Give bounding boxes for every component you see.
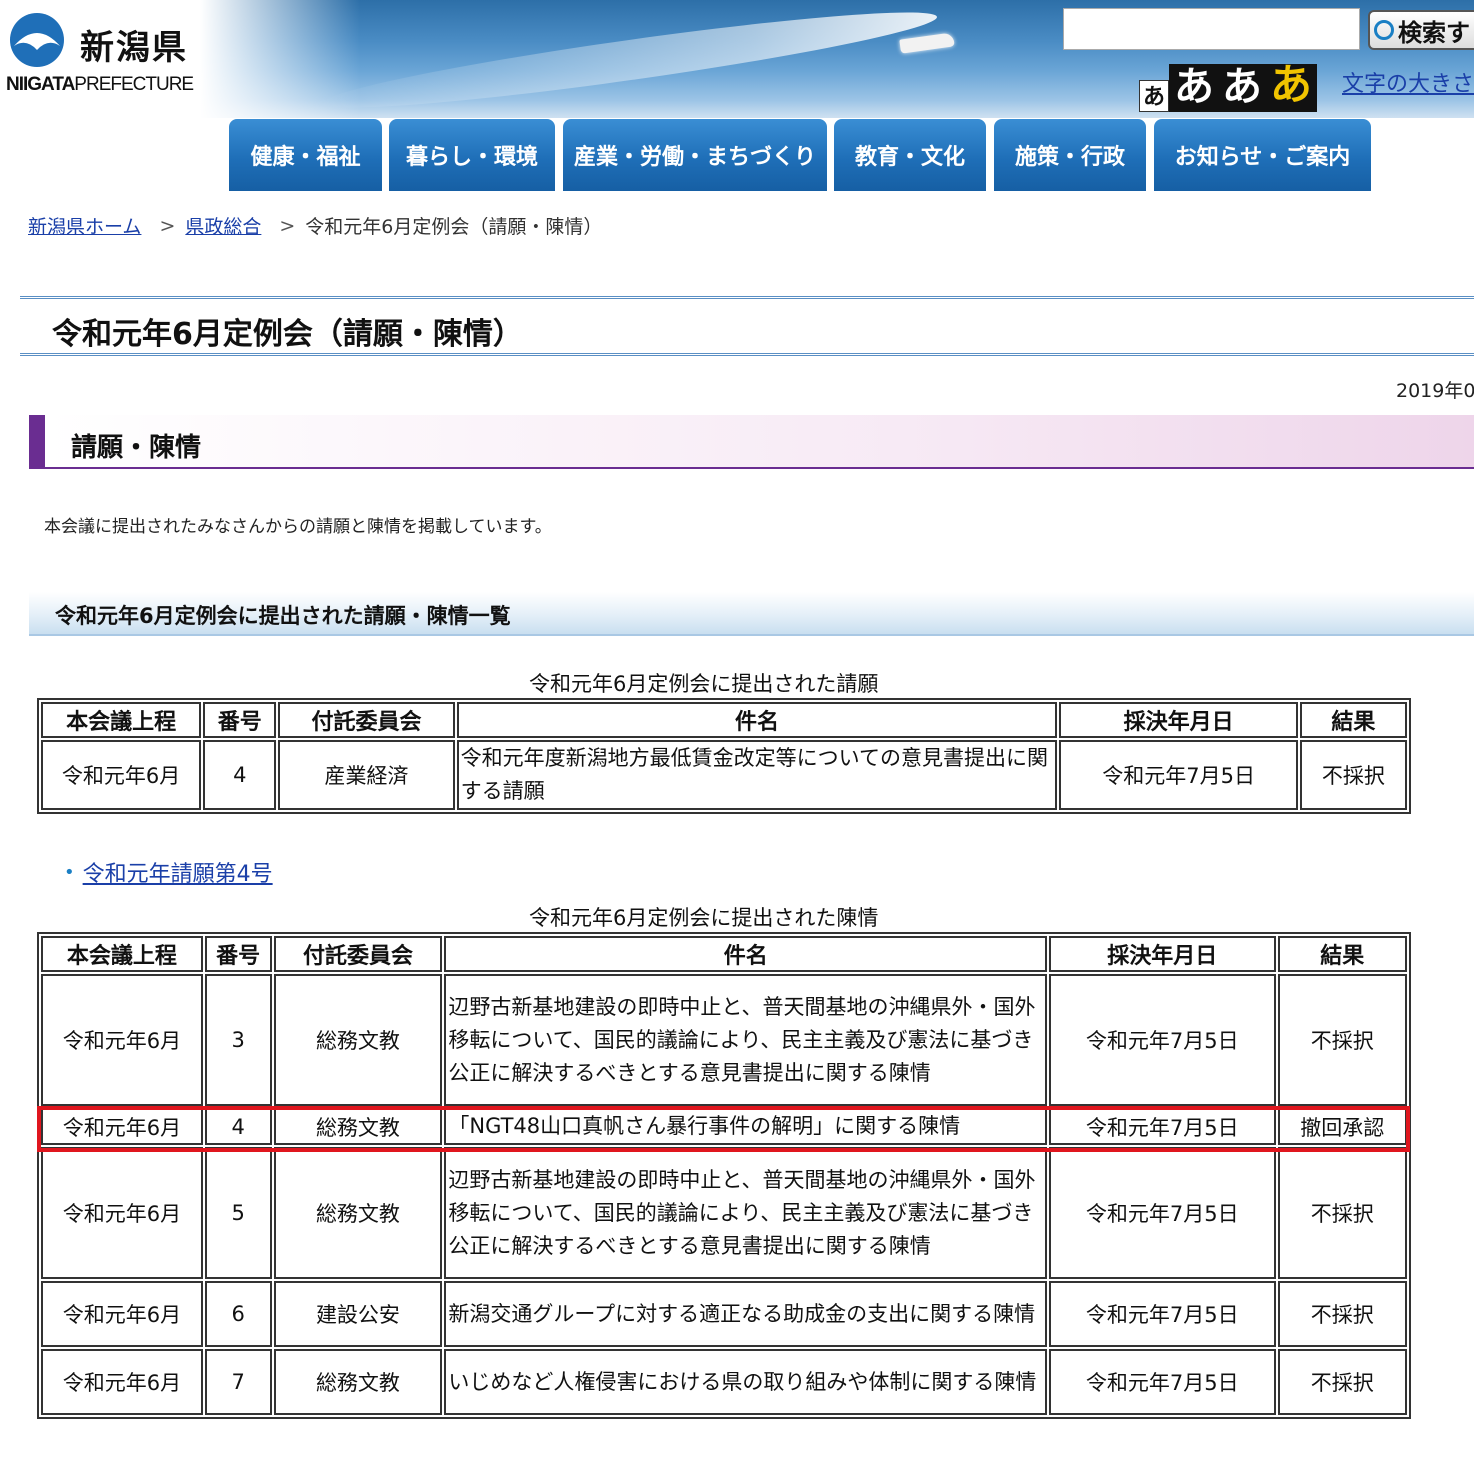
column-header: 本会議上程	[41, 936, 203, 972]
cell-result: 不採択	[1299, 740, 1407, 810]
cell-session: 令和元年6月	[41, 740, 202, 810]
petitions-table: 本会議上程 番号 付託委員会 件名 採決年月日 結果 令和元年6月 4 産業経済…	[37, 698, 1411, 814]
table-row: 令和元年6月 5 総務文教 辺野古新基地建設の即時中止と、普天間基地の沖縄県外・…	[41, 1147, 1407, 1279]
cell-session: 令和元年6月	[41, 1147, 203, 1279]
page-title-box: 令和元年6月定例会（請願・陳情）	[20, 296, 1474, 356]
cell-date: 令和元年7月5日	[1059, 740, 1298, 810]
column-header: 番号	[203, 702, 277, 738]
cell-subject: 新潟交通グループに対する適正なる助成金の支出に関する陳情	[444, 1281, 1048, 1347]
update-date: 2019年0	[1396, 380, 1474, 402]
cell-session: 令和元年6月	[41, 1281, 203, 1347]
cell-committee: 総務文教	[273, 1147, 443, 1279]
column-header: 本会議上程	[41, 702, 202, 738]
appeals-table: 本会議上程 番号 付託委員会 件名 採決年月日 結果 令和元年6月 3 総務文教…	[37, 932, 1411, 1419]
nav-news-info[interactable]: お知らせ・ご案内	[1154, 119, 1371, 191]
column-header: 番号	[204, 936, 272, 972]
cell-session: 令和元年6月	[41, 974, 203, 1106]
table-row-highlighted: 令和元年6月 4 総務文教 「NGT48山口真帆さん暴行事件の解明」に関する陳情…	[41, 1108, 1407, 1145]
appeals-table-caption: 令和元年6月定例会に提出された陳情	[529, 906, 879, 930]
list-heading: 令和元年6月定例会に提出された請願・陳情一覧	[29, 592, 1474, 636]
breadcrumb-separator: >	[159, 214, 176, 237]
nav-industry-labor[interactable]: 産業・労働・まちづくり	[563, 119, 827, 191]
cell-date: 令和元年7月5日	[1049, 1108, 1276, 1145]
font-size-large-button[interactable]: あ	[1219, 64, 1265, 112]
banner-fade	[200, 0, 360, 118]
cell-date: 令和元年7月5日	[1049, 1147, 1276, 1279]
search-icon	[1374, 20, 1394, 40]
font-size-xlarge-button[interactable]: あ	[1265, 60, 1317, 112]
nav-living-environment[interactable]: 暮らし・環境	[389, 119, 555, 191]
prefecture-emblem-icon	[10, 13, 64, 67]
cell-subject: 「NGT48山口真帆さん暴行事件の解明」に関する陳情	[444, 1108, 1048, 1145]
petitions-table-caption: 令和元年6月定例会に提出された請願	[529, 672, 879, 696]
bullet-icon: •	[64, 861, 75, 883]
table-header-row: 本会議上程 番号 付託委員会 件名 採決年月日 結果	[41, 702, 1407, 738]
column-header: 件名	[444, 936, 1048, 972]
breadcrumb-current: 令和元年6月定例会（請願・陳情）	[305, 216, 603, 238]
cell-committee: 産業経済	[278, 740, 455, 810]
cell-date: 令和元年7月5日	[1049, 974, 1276, 1106]
cell-number: 5	[204, 1147, 272, 1279]
cell-number: 7	[204, 1349, 272, 1415]
page-title: 令和元年6月定例会（請願・陳情）	[52, 317, 523, 352]
font-size-medium-button[interactable]: あ	[1169, 64, 1219, 112]
breadcrumb-home-link[interactable]: 新潟県ホーム	[28, 212, 141, 239]
nav-health-welfare[interactable]: 健康・福祉	[229, 119, 382, 191]
column-header: 件名	[456, 702, 1058, 738]
cell-number: 6	[204, 1281, 272, 1347]
column-header: 付託委員会	[273, 936, 443, 972]
search-button[interactable]: 検索す	[1368, 10, 1474, 50]
logo-japanese: 新潟県	[80, 28, 188, 68]
cell-session: 令和元年6月	[41, 1108, 203, 1145]
boat-wake-graphic	[320, 0, 940, 118]
cell-committee: 総務文教	[273, 1349, 443, 1415]
cell-committee: 総務文教	[273, 1108, 443, 1145]
cell-subject: 令和元年度新潟地方最低賃金改定等についての意見書提出に関する請願	[456, 740, 1058, 810]
search-input[interactable]	[1063, 8, 1360, 50]
breadcrumb: 新潟県ホーム > 県政総合 > 令和元年6月定例会（請願・陳情）	[28, 212, 602, 239]
cell-number: 4	[203, 740, 277, 810]
font-size-small-button[interactable]: あ	[1139, 80, 1169, 112]
cell-date: 令和元年7月5日	[1049, 1281, 1276, 1347]
logo-english: NIIGATAPREFECTURE	[6, 74, 194, 95]
site-header: 新潟県 NIIGATAPREFECTURE 検索す あ あ あ あ 文字の大きさ	[0, 0, 1474, 118]
nav-education-culture[interactable]: 教育・文化	[834, 119, 986, 191]
cell-result: 不採択	[1277, 974, 1407, 1106]
cell-subject: 辺野古新基地建設の即時中止と、普天間基地の沖縄県外・国外移転について、国民的議論…	[444, 974, 1048, 1106]
intro-text: 本会議に提出されたみなさんからの請願と陳情を掲載しています。	[44, 517, 552, 537]
petition-detail-link[interactable]: 令和元年請願第4号	[83, 856, 273, 888]
font-size-selector: あ あ あ あ	[1139, 60, 1317, 112]
table-row: 令和元年6月 4 産業経済 令和元年度新潟地方最低賃金改定等についての意見書提出…	[41, 740, 1407, 810]
cell-result: 不採択	[1277, 1349, 1407, 1415]
cell-result: 撤回承認	[1277, 1108, 1407, 1145]
column-header: 結果	[1299, 702, 1407, 738]
cell-date: 令和元年7月5日	[1049, 1349, 1276, 1415]
cell-subject: いじめなど人権侵害における県の取り組みや体制に関する陳情	[444, 1349, 1048, 1415]
table-header-row: 本会議上程 番号 付託委員会 件名 採決年月日 結果	[41, 936, 1407, 972]
cell-number: 4	[204, 1108, 272, 1145]
breadcrumb-separator: >	[279, 214, 296, 237]
column-header: 付託委員会	[278, 702, 455, 738]
cell-number: 3	[204, 974, 272, 1106]
cell-result: 不採択	[1277, 1147, 1407, 1279]
cell-result: 不採択	[1277, 1281, 1407, 1347]
section-heading: 請願・陳情	[29, 415, 1474, 469]
cell-subject: 辺野古新基地建設の即時中止と、普天間基地の沖縄県外・国外移転について、国民的議論…	[444, 1147, 1048, 1279]
site-logo[interactable]: 新潟県 NIIGATAPREFECTURE	[6, 8, 196, 98]
column-header: 結果	[1277, 936, 1407, 972]
cell-session: 令和元年6月	[41, 1349, 203, 1415]
table-row: 令和元年6月 3 総務文教 辺野古新基地建設の即時中止と、普天間基地の沖縄県外・…	[41, 974, 1407, 1106]
boat-graphic	[899, 32, 955, 54]
nav-policy-administration[interactable]: 施策・行政	[994, 119, 1146, 191]
column-header: 採決年月日	[1049, 936, 1276, 972]
petition-link-list: • 令和元年請願第4号	[64, 856, 273, 888]
font-size-link[interactable]: 文字の大きさ	[1342, 66, 1474, 98]
cell-committee: 総務文教	[273, 974, 443, 1106]
table-row: 令和元年6月 6 建設公安 新潟交通グループに対する適正なる助成金の支出に関する…	[41, 1281, 1407, 1347]
column-header: 採決年月日	[1059, 702, 1298, 738]
cell-committee: 建設公安	[273, 1281, 443, 1347]
table-row: 令和元年6月 7 総務文教 いじめなど人権侵害における県の取り組みや体制に関する…	[41, 1349, 1407, 1415]
breadcrumb-parent-link[interactable]: 県政総合	[185, 212, 261, 239]
